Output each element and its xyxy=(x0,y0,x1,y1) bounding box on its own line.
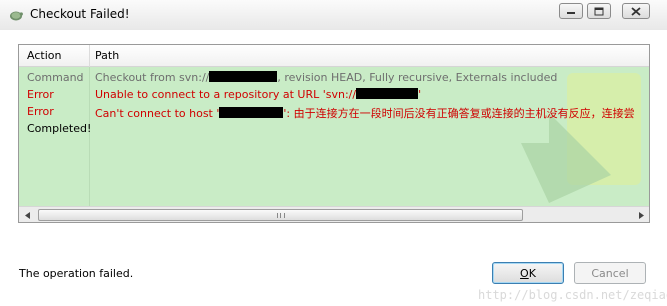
redacted-block xyxy=(219,107,284,118)
path-text: ': 由于连接方在一段时间后没有正确答复或连接的主机没有反应，连接尝 xyxy=(283,107,635,120)
list-item[interactable]: Error Can't connect to host ' ': 由于连接方在一段… xyxy=(19,103,649,120)
arrow-left-icon[interactable] xyxy=(19,207,36,222)
list-item[interactable]: Command Checkout from svn:// , revision H… xyxy=(19,69,649,86)
path-text: ' xyxy=(418,88,422,101)
window-title: Checkout Failed! xyxy=(30,7,130,21)
title-bar[interactable]: Checkout Failed! xyxy=(0,0,667,30)
watermark-text: http://blog.csdn.net/zeqiao xyxy=(478,288,667,302)
minimize-button[interactable] xyxy=(559,3,583,19)
scrollbar-thumb[interactable] xyxy=(38,209,523,221)
row-action: Command xyxy=(27,71,84,84)
path-text: Checkout from svn:// xyxy=(95,71,210,84)
maximize-icon xyxy=(594,7,604,16)
ok-label-accel: O xyxy=(520,266,529,280)
close-icon xyxy=(631,6,641,16)
path-text: Unable to connect to a repository at URL… xyxy=(95,88,357,101)
path-text: , revision HEAD, Fully recursive, Extern… xyxy=(277,71,558,84)
minimize-icon xyxy=(566,7,576,15)
row-path: Can't connect to host ' ': 由于连接方在一段时间后没有正… xyxy=(95,105,635,121)
list-item[interactable]: Error Unable to connect to a repository … xyxy=(19,86,649,103)
redacted-block xyxy=(209,71,278,82)
ok-button[interactable]: OK xyxy=(492,262,564,284)
redacted-block xyxy=(356,88,419,99)
row-path: Checkout from svn:// , revision HEAD, Ful… xyxy=(95,71,557,84)
arrow-right-icon[interactable] xyxy=(632,207,649,222)
ok-label: K xyxy=(528,266,536,280)
close-button[interactable] xyxy=(622,3,650,19)
scrollbar-grip xyxy=(277,213,285,218)
path-text: Can't connect to host ' xyxy=(95,107,220,120)
status-text: The operation failed. xyxy=(19,267,134,280)
row-path: Unable to connect to a repository at URL… xyxy=(95,88,421,101)
tortoise-svn-icon xyxy=(9,8,23,22)
dialog-body: Action Path Command Checkout from svn://… xyxy=(0,30,667,306)
column-header-action[interactable]: Action xyxy=(27,49,61,62)
list-header: Action Path xyxy=(19,45,649,67)
maximize-button[interactable] xyxy=(587,3,611,19)
column-header-path[interactable]: Path xyxy=(95,49,119,62)
header-divider[interactable] xyxy=(89,45,90,67)
row-action: Error xyxy=(27,88,54,101)
horizontal-scrollbar[interactable] xyxy=(19,206,649,222)
row-action: Completed! xyxy=(27,122,92,135)
cancel-button[interactable]: Cancel xyxy=(574,262,646,284)
row-action: Error xyxy=(27,105,54,118)
progress-list[interactable]: Action Path Command Checkout from svn://… xyxy=(18,44,650,223)
list-item[interactable]: Completed! xyxy=(19,120,649,137)
